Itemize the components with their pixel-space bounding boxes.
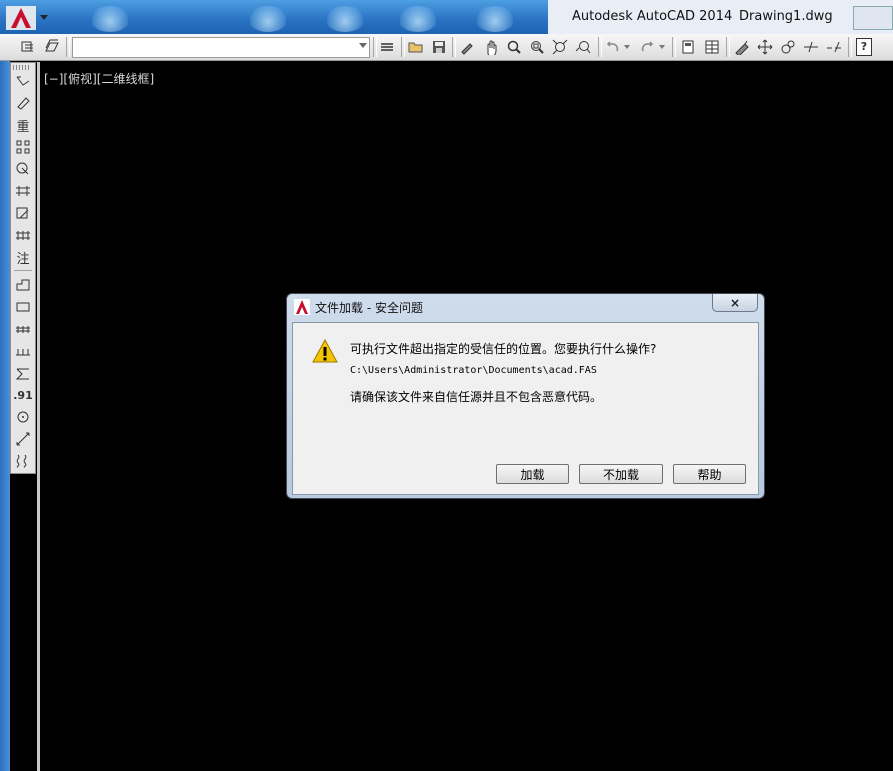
dim-center-mark-icon[interactable] <box>12 407 34 427</box>
autocad-logo-icon <box>6 6 48 30</box>
taskbar-glow <box>90 6 130 32</box>
taskbar-glow <box>475 6 515 32</box>
dim-rectangle-icon[interactable] <box>12 297 34 317</box>
dim-annotate-icon[interactable]: 注 <box>12 247 34 267</box>
dont-load-button[interactable]: 不加载 <box>579 464 663 484</box>
open-folder-icon[interactable] <box>406 37 426 57</box>
trim-icon[interactable] <box>801 37 821 57</box>
design-center-icon[interactable] <box>702 37 722 57</box>
taskbar-glow <box>325 6 365 32</box>
dialog-title: 文件加载 - 安全问题 <box>315 301 423 315</box>
window-control-button[interactable] <box>853 6 893 30</box>
dim-reassociate-icon[interactable]: 重 <box>12 115 34 135</box>
layer-state-icon[interactable] <box>42 37 62 57</box>
dialog-message: 可执行文件超出指定的受信任的位置。您要执行什么操作? <box>350 342 657 356</box>
help-button[interactable]: ? <box>854 37 874 57</box>
dim-spline-icon[interactable] <box>12 451 34 471</box>
document-title: Drawing1.dwg <box>739 9 833 24</box>
autocad-logo-icon <box>294 299 310 319</box>
dimension-toolbar: 重 注 .91 <box>10 62 36 474</box>
taskbar-glow <box>398 6 438 32</box>
close-button[interactable]: × <box>712 294 758 312</box>
zoom-extents-icon[interactable] <box>550 37 570 57</box>
undo-dropdown-icon[interactable] <box>622 37 632 57</box>
file-path: C:\Users\Administrator\Documents\acad.FA… <box>350 365 597 376</box>
layer-list-icon[interactable] <box>377 37 397 57</box>
dim-oblique-icon[interactable] <box>12 429 34 449</box>
dim-radius-icon[interactable] <box>12 159 34 179</box>
dim-break-icon[interactable] <box>12 319 34 339</box>
toolbar: ? <box>0 34 893 61</box>
redo-dropdown-icon[interactable] <box>657 37 667 57</box>
dim-linear-icon[interactable] <box>12 71 34 91</box>
title-bar: Autodesk AutoCAD 2014 Drawing1.dwg <box>0 0 893 34</box>
dim-angular-icon[interactable] <box>12 203 34 223</box>
desktop-edge <box>0 61 10 771</box>
save-icon[interactable] <box>429 37 449 57</box>
layer-properties-icon[interactable] <box>19 37 39 57</box>
chevron-down-icon <box>359 43 367 48</box>
taskbar-glow <box>248 6 288 32</box>
match-properties-icon[interactable] <box>457 37 477 57</box>
application-menu-button[interactable] <box>6 6 50 30</box>
copy-circles-icon[interactable] <box>778 37 798 57</box>
dialog-body: 可执行文件超出指定的受信任的位置。您要执行什么操作? C:\Users\Admi… <box>292 322 759 495</box>
zoom-window-icon[interactable] <box>527 37 547 57</box>
properties-icon[interactable] <box>678 37 698 57</box>
move-icon[interactable] <box>755 37 775 57</box>
load-button[interactable]: 加载 <box>496 464 569 484</box>
file-load-security-dialog: 文件加载 - 安全问题 × 可执行文件超出指定的受信任的位置。您要执行什么操作?… <box>286 293 765 499</box>
help-icon: ? <box>856 38 872 56</box>
close-icon: × <box>729 295 741 310</box>
pan-hand-icon[interactable] <box>481 37 501 57</box>
dim-aligned-icon[interactable] <box>12 93 34 113</box>
dim-baseline-icon[interactable] <box>12 181 34 201</box>
dialog-titlebar[interactable]: 文件加载 - 安全问题 × <box>287 294 764 320</box>
extend-icon[interactable] <box>824 37 844 57</box>
warning-icon <box>312 338 338 367</box>
dialog-hint: 请确保该文件来自信任源并且不包含恶意代码。 <box>350 390 603 404</box>
zoom-realtime-icon[interactable] <box>504 37 524 57</box>
dim-tolerance-icon[interactable] <box>12 363 34 383</box>
dim-continue-icon[interactable] <box>12 225 34 245</box>
toolbar-grip[interactable] <box>13 65 31 70</box>
app-title: Autodesk AutoCAD 2014 <box>572 9 733 24</box>
help-dialog-button[interactable]: 帮助 <box>673 464 746 484</box>
dim-decimal-icon[interactable]: .91 <box>12 385 34 405</box>
zoom-previous-icon[interactable] <box>573 37 593 57</box>
erase-icon[interactable] <box>732 37 752 57</box>
viewport-controls[interactable]: [−][俯视][二维线框] <box>44 70 154 87</box>
layer-dropdown[interactable] <box>72 37 370 58</box>
undo-icon[interactable] <box>603 37 623 57</box>
dim-ordinate-icon[interactable] <box>12 137 34 157</box>
redo-icon[interactable] <box>637 37 657 57</box>
dim-jogged-icon[interactable] <box>12 275 34 295</box>
window-title: Autodesk AutoCAD 2014 Drawing1.dwg <box>548 0 893 34</box>
dim-space-icon[interactable] <box>12 341 34 361</box>
